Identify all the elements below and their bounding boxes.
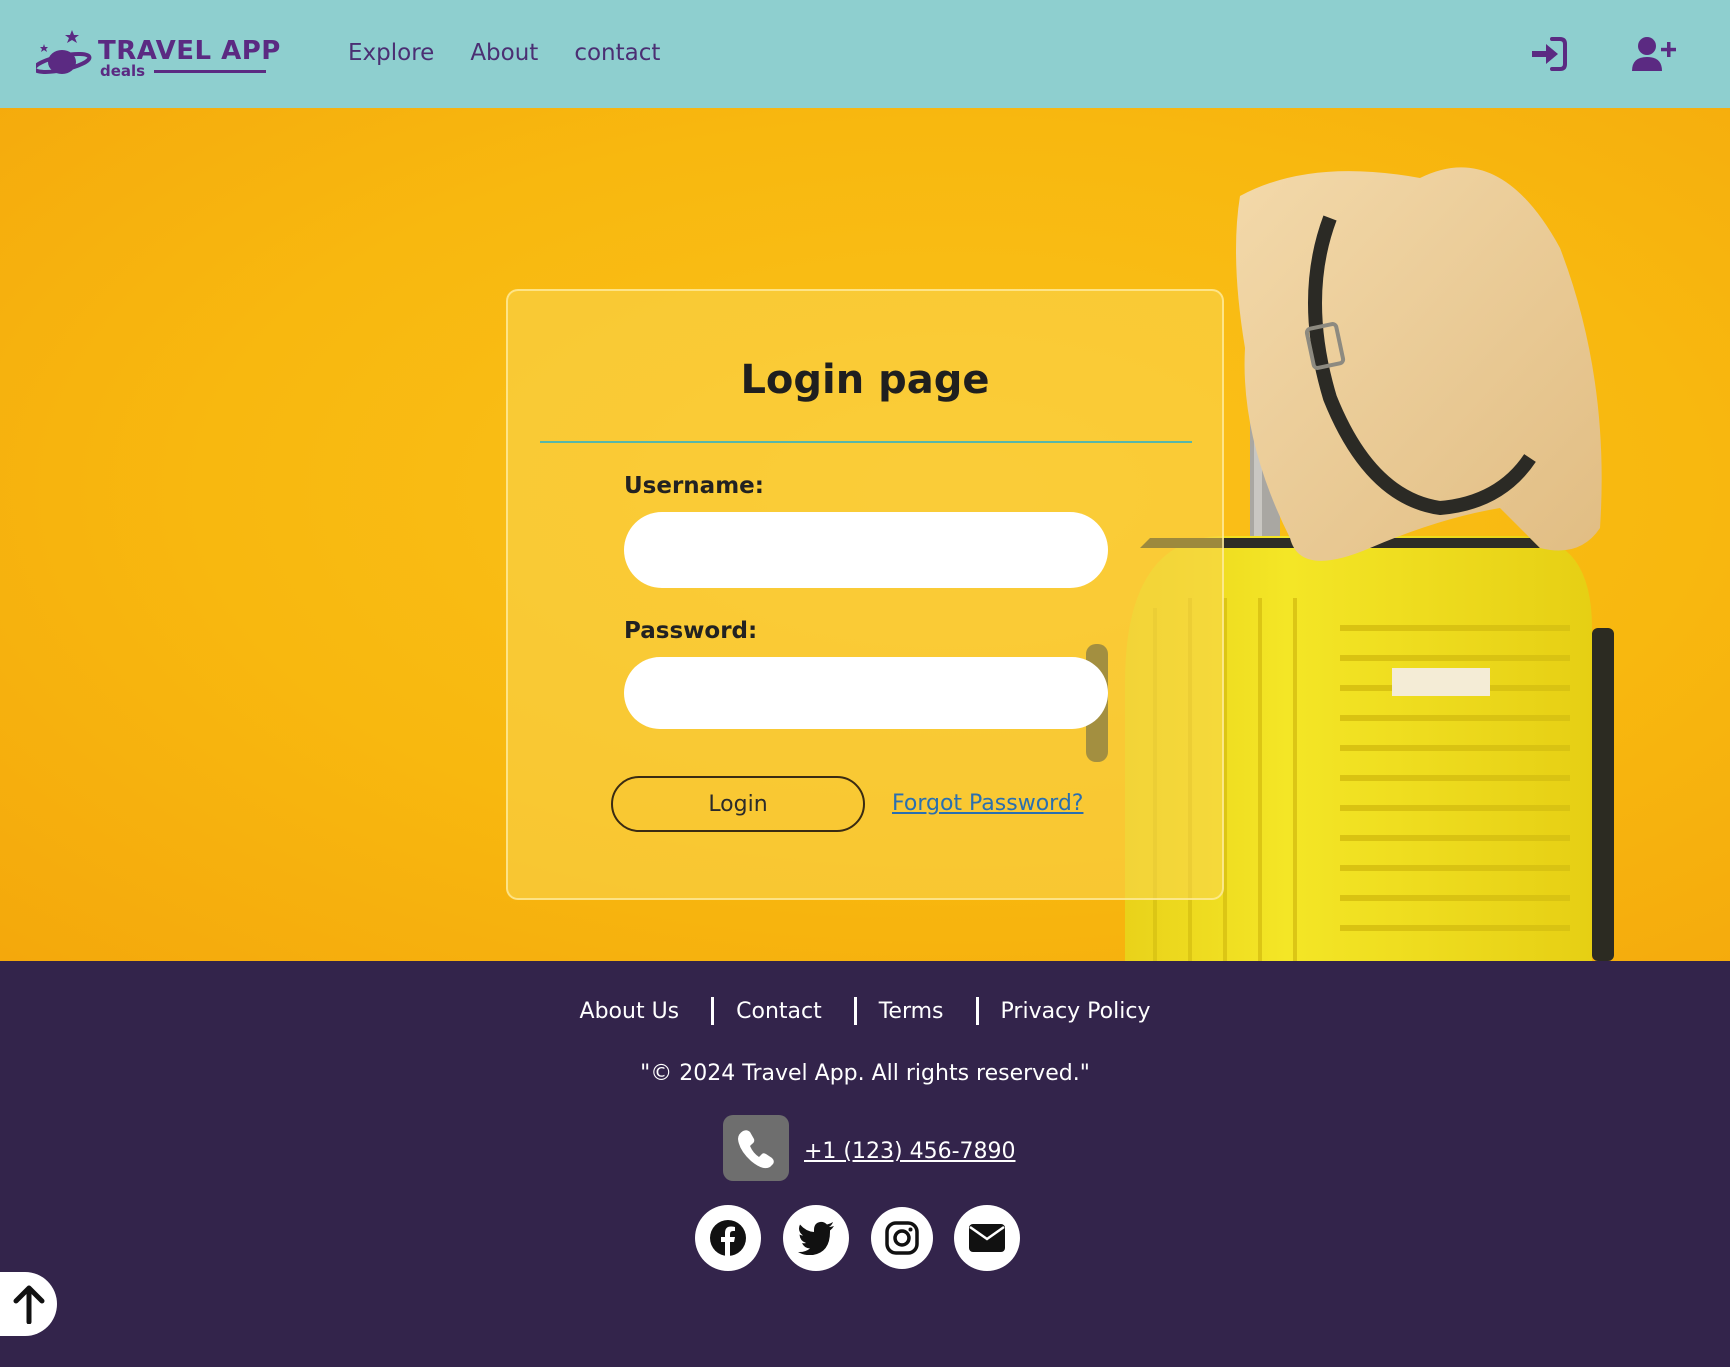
facebook-icon[interactable] [695, 1205, 761, 1271]
instagram-icon[interactable] [871, 1207, 933, 1269]
username-label: Username: [624, 473, 764, 499]
nav-explore[interactable]: Explore [348, 40, 434, 66]
main-nav: Explore About contact [348, 40, 660, 66]
twitter-icon[interactable] [783, 1205, 849, 1271]
phone-icon [723, 1115, 789, 1181]
logo-underline [154, 70, 266, 73]
footer-separator [853, 997, 857, 1025]
footer-link-about-us[interactable]: About Us [580, 999, 680, 1024]
nav-contact[interactable]: contact [574, 40, 660, 66]
hero-section: Login page Username: Password: Login For… [0, 108, 1730, 961]
nav-about[interactable]: About [470, 40, 538, 66]
password-input[interactable] [624, 657, 1108, 729]
envelope-icon[interactable] [954, 1205, 1020, 1271]
footer-link-contact[interactable]: Contact [736, 999, 822, 1024]
footer-separator [975, 997, 979, 1025]
login-card: Login page Username: Password: Login For… [506, 289, 1224, 900]
site-header: TRAVEL APP deals Explore About contact [0, 0, 1730, 108]
footer-link-terms[interactable]: Terms [879, 999, 944, 1024]
page-title: Login page [740, 357, 990, 403]
arrow-up-icon [13, 1285, 44, 1324]
site-footer: About Us Contact Terms Privacy Policy "©… [0, 961, 1730, 1367]
login-button[interactable]: Login [611, 776, 865, 832]
username-input[interactable] [624, 512, 1108, 588]
footer-link-privacy-policy[interactable]: Privacy Policy [1001, 999, 1151, 1024]
copyright-text: "© 2024 Travel App. All rights reserved.… [640, 1061, 1090, 1086]
footer-links: About Us Contact Terms Privacy Policy [0, 997, 1730, 1025]
logo[interactable]: TRAVEL APP deals [36, 26, 286, 82]
forgot-password-link[interactable]: Forgot Password? [892, 791, 1083, 816]
password-label: Password: [624, 618, 758, 644]
sign-in-icon[interactable] [1530, 36, 1568, 72]
logo-subtext: deals [100, 62, 146, 80]
planet-logo-icon [36, 30, 92, 74]
phone-number-link[interactable]: +1 (123) 456-7890 [804, 1139, 1016, 1164]
footer-separator [711, 997, 715, 1025]
user-plus-icon[interactable] [1632, 36, 1676, 72]
title-divider [540, 441, 1192, 443]
